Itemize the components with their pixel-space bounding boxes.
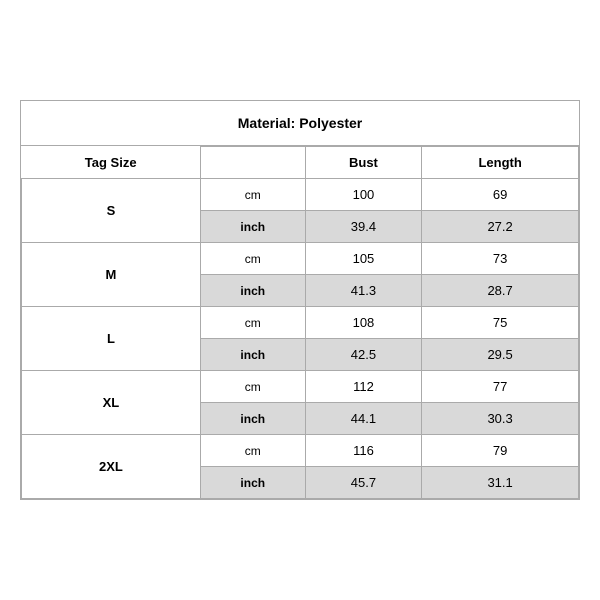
table-row: 2XLcm11679 <box>22 435 579 467</box>
title-text: Material: Polyester <box>238 115 363 131</box>
length-inch-value: 28.7 <box>422 275 579 307</box>
tag-size-cell: M <box>22 243 201 307</box>
unit-inch: inch <box>200 211 305 243</box>
unit-cm: cm <box>200 243 305 275</box>
size-chart: Material: Polyester Tag Size Bust Length… <box>20 100 580 500</box>
bust-header: Bust <box>305 147 422 179</box>
bust-inch-value: 42.5 <box>305 339 422 371</box>
tag-size-cell: L <box>22 307 201 371</box>
length-inch-value: 29.5 <box>422 339 579 371</box>
bust-cm-value: 105 <box>305 243 422 275</box>
empty-subheader <box>200 147 305 179</box>
unit-cm: cm <box>200 435 305 467</box>
length-cm-value: 77 <box>422 371 579 403</box>
tag-size-cell: S <box>22 179 201 243</box>
unit-inch: inch <box>200 403 305 435</box>
length-cm-value: 79 <box>422 435 579 467</box>
length-inch-value: 31.1 <box>422 467 579 499</box>
length-inch-value: 30.3 <box>422 403 579 435</box>
length-header: Length <box>422 147 579 179</box>
chart-title: Material: Polyester <box>21 101 579 146</box>
table-row: XLcm11277 <box>22 371 579 403</box>
bust-cm-value: 108 <box>305 307 422 339</box>
unit-inch: inch <box>200 339 305 371</box>
table-row: Mcm10573 <box>22 243 579 275</box>
tag-size-cell: XL <box>22 371 201 435</box>
unit-inch: inch <box>200 275 305 307</box>
table-row: Lcm10875 <box>22 307 579 339</box>
unit-inch: inch <box>200 467 305 499</box>
table-row: Scm10069 <box>22 179 579 211</box>
bust-inch-value: 45.7 <box>305 467 422 499</box>
tag-size-header: Tag Size <box>22 147 201 179</box>
bust-inch-value: 39.4 <box>305 211 422 243</box>
length-cm-value: 75 <box>422 307 579 339</box>
length-cm-value: 69 <box>422 179 579 211</box>
bust-cm-value: 112 <box>305 371 422 403</box>
bust-cm-value: 116 <box>305 435 422 467</box>
bust-cm-value: 100 <box>305 179 422 211</box>
tag-size-cell: 2XL <box>22 435 201 499</box>
unit-cm: cm <box>200 307 305 339</box>
size-table: Tag Size Bust Length Scm10069inch39.427.… <box>21 146 579 499</box>
length-cm-value: 73 <box>422 243 579 275</box>
unit-cm: cm <box>200 179 305 211</box>
bust-inch-value: 41.3 <box>305 275 422 307</box>
unit-cm: cm <box>200 371 305 403</box>
bust-inch-value: 44.1 <box>305 403 422 435</box>
length-inch-value: 27.2 <box>422 211 579 243</box>
